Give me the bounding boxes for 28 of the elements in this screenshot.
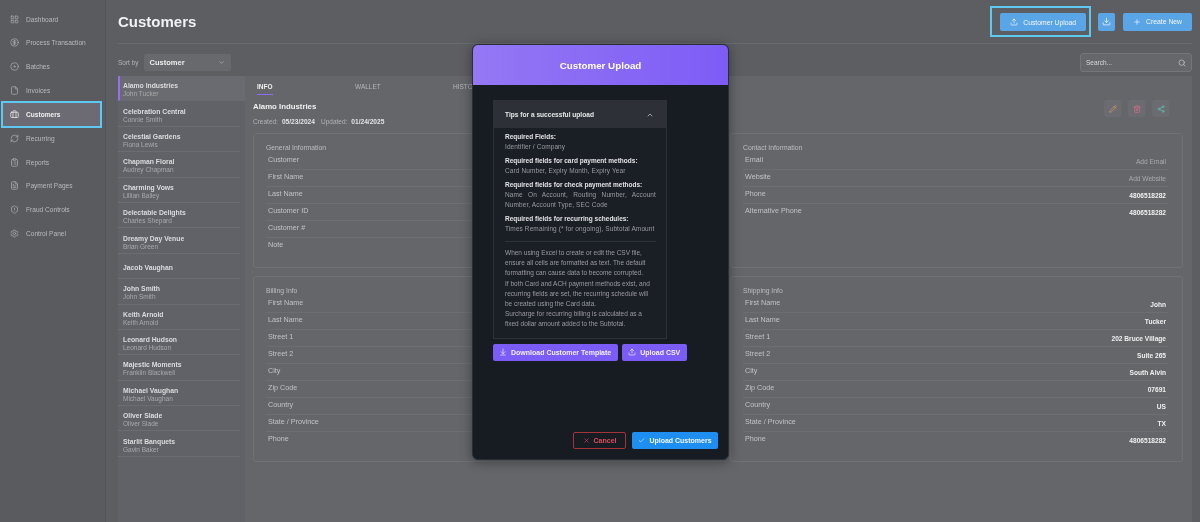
delete-button[interactable]	[1128, 100, 1145, 117]
search-icon	[1178, 58, 1186, 67]
dialog-title: Customer Upload	[559, 59, 642, 71]
upload-icon	[1010, 18, 1019, 26]
share-button[interactable]	[1152, 100, 1169, 117]
document-icon	[10, 181, 19, 191]
grid-icon	[10, 14, 19, 24]
dollar-coin-icon	[10, 38, 19, 48]
caret-icon	[217, 59, 225, 66]
plus-icon	[1133, 17, 1142, 26]
upload-icon	[628, 348, 637, 357]
download-button[interactable]	[1098, 12, 1116, 31]
trash-icon	[1132, 104, 1141, 113]
check-icon	[638, 437, 646, 444]
download-icon	[499, 348, 507, 357]
close-icon	[582, 437, 590, 444]
disc-icon	[10, 61, 19, 71]
briefcase-icon	[10, 109, 19, 119]
download-icon	[1102, 17, 1112, 26]
share-icon	[1156, 104, 1165, 113]
clipboard-icon	[10, 157, 19, 167]
document-icon	[10, 85, 19, 95]
edit-button[interactable]	[1104, 100, 1121, 117]
shield-icon	[10, 204, 19, 214]
pencil-icon	[1108, 104, 1117, 113]
page-title: Customers	[118, 13, 197, 30]
settings-icon	[10, 228, 19, 238]
refresh-icon	[10, 133, 19, 143]
